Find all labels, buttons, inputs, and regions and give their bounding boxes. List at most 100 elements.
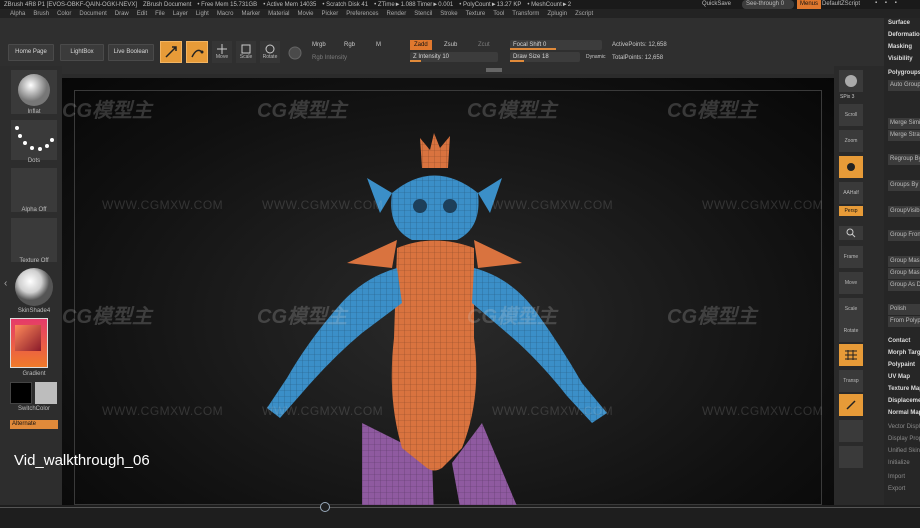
menu-item-draw[interactable]: Draw (115, 11, 129, 17)
aahalf-button[interactable]: AAHalf (839, 182, 863, 204)
polyf-button[interactable] (839, 344, 863, 366)
main-color-swatch[interactable] (10, 382, 32, 404)
menu-item-layer[interactable]: Layer (173, 11, 188, 17)
brush-slot[interactable] (11, 70, 57, 114)
color-square[interactable] (15, 325, 41, 351)
menu-item-stroke[interactable]: Stroke (440, 11, 457, 17)
menu-item-light[interactable]: Light (196, 11, 209, 17)
focal-shift-slider[interactable]: Focal Shift 0 (510, 40, 602, 50)
palette-item-from-polypaint[interactable]: From Polypaint (888, 316, 920, 327)
zsub-button[interactable]: Zsub (444, 42, 457, 48)
palette-item-merge-similar[interactable]: Merge Similar (888, 118, 920, 129)
stroke-slot[interactable] (11, 120, 57, 160)
palette-item-display-prop[interactable]: Display Prop (888, 436, 920, 442)
menu-item-file[interactable]: File (155, 11, 165, 17)
palette-item-auto-groups[interactable]: Auto Groups (888, 80, 920, 91)
menu-item-edit[interactable]: Edit (137, 11, 147, 17)
palette-item-surface[interactable]: Surface (888, 20, 920, 26)
live-boolean-button[interactable]: Live Boolean (108, 44, 154, 61)
scale-button[interactable]: Scale (236, 41, 256, 63)
rgb-button[interactable]: Rgb (344, 42, 355, 48)
draw-button[interactable] (186, 41, 208, 63)
mrgb-button[interactable]: Mrgb (312, 42, 326, 48)
menu-item-alpha[interactable]: Alpha (10, 11, 25, 17)
timeline[interactable] (0, 502, 920, 528)
search-icon[interactable] (839, 226, 863, 240)
zadd-button[interactable]: Zadd (410, 40, 432, 50)
frame-button[interactable]: Frame (839, 246, 863, 268)
menu-item-color[interactable]: Color (57, 11, 71, 17)
palette-item-displacement[interactable]: Displacement (888, 398, 920, 404)
palette-item-merge-stray[interactable]: Merge Stray (888, 130, 920, 141)
menu-item-zscript[interactable]: Zscript (575, 11, 593, 17)
palette-item-group-as-d[interactable]: Group As D (888, 280, 920, 291)
palette-item-initialize[interactable]: Initialize (888, 460, 920, 466)
spotlight-button[interactable] (839, 446, 863, 468)
xpose-button[interactable] (839, 420, 863, 442)
zcut-button[interactable]: Zcut (478, 42, 490, 48)
menu-item-texture[interactable]: Texture (466, 11, 486, 17)
menu-item-render[interactable]: Render (387, 11, 407, 17)
palette-item-export[interactable]: Export (888, 486, 920, 492)
menu-item-zplugin[interactable]: Zplugin (547, 11, 567, 17)
texture-slot[interactable] (11, 218, 57, 262)
rotate-button[interactable]: Rotate (260, 41, 280, 63)
menu-item-stencil[interactable]: Stencil (414, 11, 432, 17)
edit-button[interactable] (160, 41, 182, 63)
menu-item-macro[interactable]: Macro (217, 11, 234, 17)
menu-item-tool[interactable]: Tool (493, 11, 504, 17)
move-view-button[interactable]: Move (839, 272, 863, 294)
menu-item-material[interactable]: Material (268, 11, 289, 17)
palette-item-polypaint[interactable]: Polypaint (888, 362, 920, 368)
palette-item-uv-map[interactable]: UV Map (888, 374, 920, 380)
palette-item-normal-map[interactable]: Normal Map (888, 410, 920, 416)
palette-item-unified-skin[interactable]: Unified Skin (888, 448, 920, 454)
palette-item-groupvisible[interactable]: GroupVisible (888, 206, 920, 217)
rotate-view-button[interactable]: Rotate (839, 320, 863, 342)
menu-item-movie[interactable]: Movie (298, 11, 314, 17)
draw-size-slider[interactable]: Draw Size 18 (510, 52, 580, 62)
color-picker[interactable] (10, 318, 48, 368)
menu-item-document[interactable]: Document (79, 11, 106, 17)
palette-item-groups-by-n[interactable]: Groups By N (888, 180, 920, 191)
creature-model[interactable] (62, 78, 834, 518)
menu-item-preferences[interactable]: Preferences (346, 11, 378, 17)
palette-item-polish[interactable]: Polish (888, 304, 920, 315)
palette-item-import[interactable]: Import (888, 474, 920, 480)
dynamic-button[interactable]: Dynamic (586, 54, 605, 60)
material-slot[interactable] (11, 266, 57, 308)
palette-item-visibility[interactable]: Visibility (888, 56, 920, 62)
spix-slider[interactable]: SPix 3 (840, 94, 854, 100)
palette-item-contact[interactable]: Contact (888, 338, 920, 344)
move-button[interactable]: Move (212, 41, 232, 63)
window-controls[interactable]: ▪ ▪ ▪ (875, 0, 900, 6)
menu-item-brush[interactable]: Brush (33, 11, 49, 17)
scroll-button[interactable]: Scroll (839, 104, 863, 126)
lightbox-button[interactable]: LightBox (60, 44, 104, 61)
alpha-slot[interactable] (11, 168, 57, 212)
palette-item-group-masked[interactable]: Group Masked (888, 256, 920, 267)
switch-color-label[interactable]: SwitchColor (8, 406, 60, 412)
palette-item-polygroups[interactable]: Polygroups (888, 70, 920, 76)
palette-item-regroup-by[interactable]: Regroup By (888, 154, 920, 165)
menu-item-picker[interactable]: Picker (322, 11, 339, 17)
shelf-scroll-handle[interactable] (486, 68, 502, 72)
collapse-left-icon[interactable]: ‹ (4, 278, 7, 289)
palette-item-group-front[interactable]: Group Front (888, 230, 920, 241)
menu-item-transform[interactable]: Transform (512, 11, 539, 17)
solo-button[interactable] (839, 394, 863, 416)
timeline-knob[interactable] (320, 502, 330, 512)
quicksave-button[interactable]: QuickSave (702, 1, 731, 7)
rgb-intensity-slider[interactable]: Rgb Intensity (312, 55, 347, 61)
scale-view-button[interactable]: Scale (839, 298, 863, 320)
viewport-canvas[interactable]: CG模型主 CG模型主 CG模型主 CG模型主 WWW.CGMXW.COM WW… (62, 78, 834, 518)
secondary-color-swatch[interactable] (35, 382, 57, 404)
bpr-button[interactable] (839, 70, 863, 92)
home-page-button[interactable]: Home Page (8, 44, 54, 61)
palette-item-morph-target[interactable]: Morph Target (888, 350, 920, 356)
see-through-slider[interactable]: See-through 0 (742, 0, 794, 9)
alternate-button[interactable]: Alternate (10, 420, 58, 429)
persp-button[interactable]: Persp (839, 206, 863, 216)
z-intensity-slider[interactable]: Z Intensity 10 (410, 52, 498, 62)
menu-item-marker[interactable]: Marker (241, 11, 260, 17)
